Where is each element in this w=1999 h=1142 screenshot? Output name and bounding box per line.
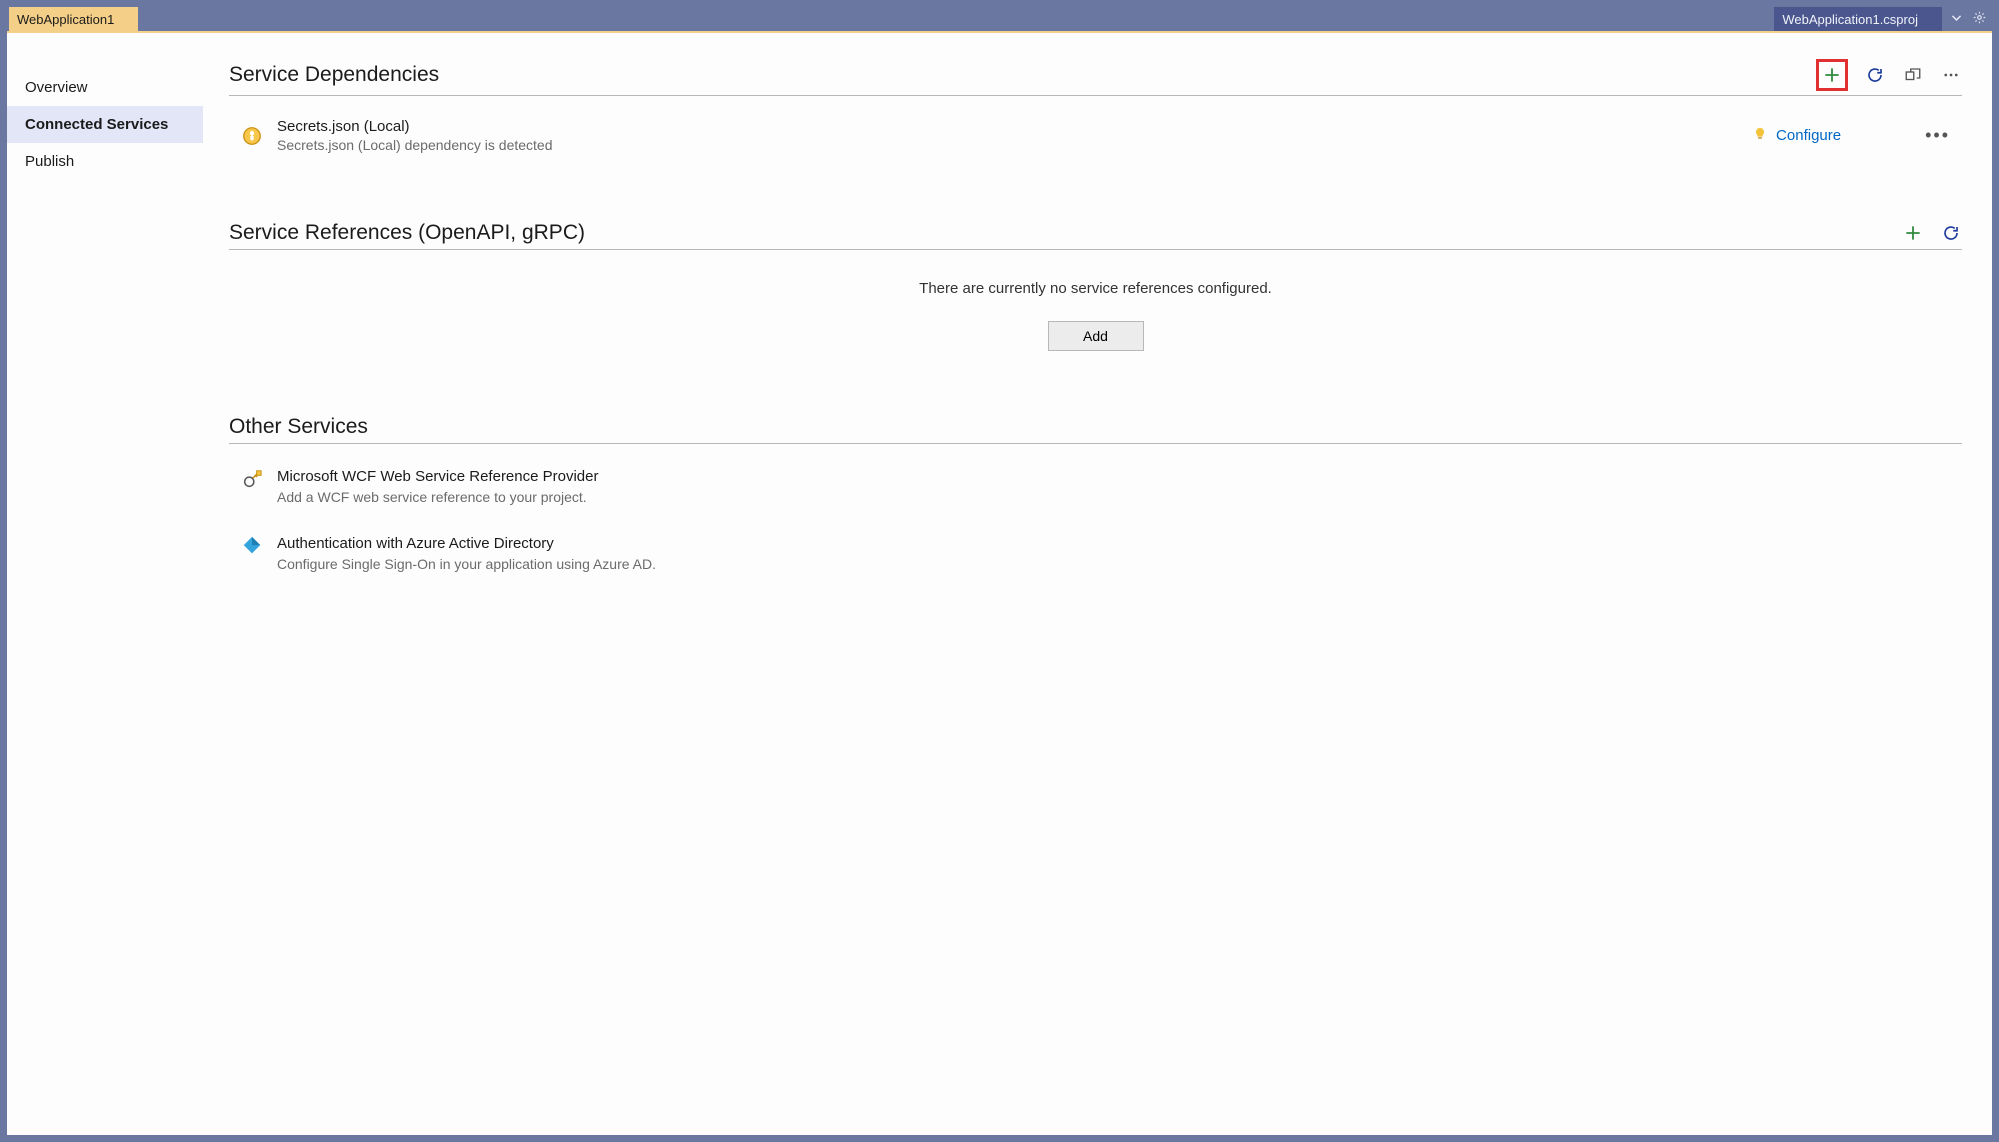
tab-label: WebApplication1 bbox=[17, 12, 114, 27]
lightbulb-icon bbox=[1752, 126, 1768, 145]
section-service-dependencies: Service Dependencies bbox=[229, 59, 1962, 157]
tab-webapplication1[interactable]: WebApplication1 bbox=[9, 7, 138, 31]
chevron-down-icon[interactable] bbox=[1950, 11, 1963, 27]
other-service-title: Authentication with Azure Active Directo… bbox=[277, 535, 656, 552]
configure-link[interactable]: Configure bbox=[1776, 127, 1841, 144]
sidebar-item-connected-services[interactable]: Connected Services bbox=[7, 106, 203, 143]
tab-bar: WebApplication1 WebApplication1.csproj bbox=[7, 7, 1992, 31]
refresh-dependencies-button[interactable] bbox=[1864, 64, 1886, 86]
references-empty-message: There are currently no service reference… bbox=[229, 280, 1962, 297]
wcf-icon bbox=[241, 468, 263, 490]
tab-csproj[interactable]: WebApplication1.csproj bbox=[1774, 7, 1942, 31]
section-title: Other Services bbox=[229, 415, 368, 439]
other-service-wcf[interactable]: Microsoft WCF Web Service Reference Prov… bbox=[229, 462, 1962, 511]
sidebar-item-publish[interactable]: Publish bbox=[7, 143, 203, 180]
sidebar: Overview Connected Services Publish bbox=[7, 33, 203, 1135]
other-service-description: Configure Single Sign-On in your applica… bbox=[277, 556, 656, 572]
dependency-title: Secrets.json (Local) bbox=[277, 118, 1738, 135]
other-service-description: Add a WCF web service reference to your … bbox=[277, 489, 598, 505]
add-dependency-highlight bbox=[1816, 59, 1848, 91]
section-service-references: Service References (OpenAPI, gRPC) There… bbox=[229, 221, 1962, 351]
add-reference-button[interactable] bbox=[1902, 222, 1924, 244]
section-title: Service Dependencies bbox=[229, 63, 439, 87]
restore-dependencies-button[interactable] bbox=[1902, 64, 1924, 86]
add-reference-center-button[interactable]: Add bbox=[1048, 321, 1144, 351]
tab-label: WebApplication1.csproj bbox=[1782, 12, 1918, 27]
content: Service Dependencies bbox=[203, 33, 1992, 1135]
dependency-row-more-button[interactable]: ••• bbox=[1919, 125, 1956, 146]
more-dependencies-button[interactable] bbox=[1940, 64, 1962, 86]
other-service-title: Microsoft WCF Web Service Reference Prov… bbox=[277, 468, 598, 485]
other-service-aad[interactable]: Authentication with Azure Active Directo… bbox=[229, 529, 1962, 578]
section-other-services: Other Services Microsoft WCF Web Service… bbox=[229, 415, 1962, 578]
gear-icon[interactable] bbox=[1973, 11, 1986, 27]
refresh-references-button[interactable] bbox=[1940, 222, 1962, 244]
section-title: Service References (OpenAPI, gRPC) bbox=[229, 221, 585, 245]
add-dependency-button[interactable] bbox=[1821, 64, 1843, 86]
dependency-row-secrets[interactable]: Secrets.json (Local) Secrets.json (Local… bbox=[229, 114, 1962, 157]
workspace: Overview Connected Services Publish Serv… bbox=[7, 31, 1992, 1135]
azure-ad-icon bbox=[241, 535, 263, 557]
sidebar-item-overview[interactable]: Overview bbox=[7, 69, 203, 106]
dependency-description: Secrets.json (Local) dependency is detec… bbox=[277, 137, 1738, 153]
secrets-icon bbox=[241, 125, 263, 147]
